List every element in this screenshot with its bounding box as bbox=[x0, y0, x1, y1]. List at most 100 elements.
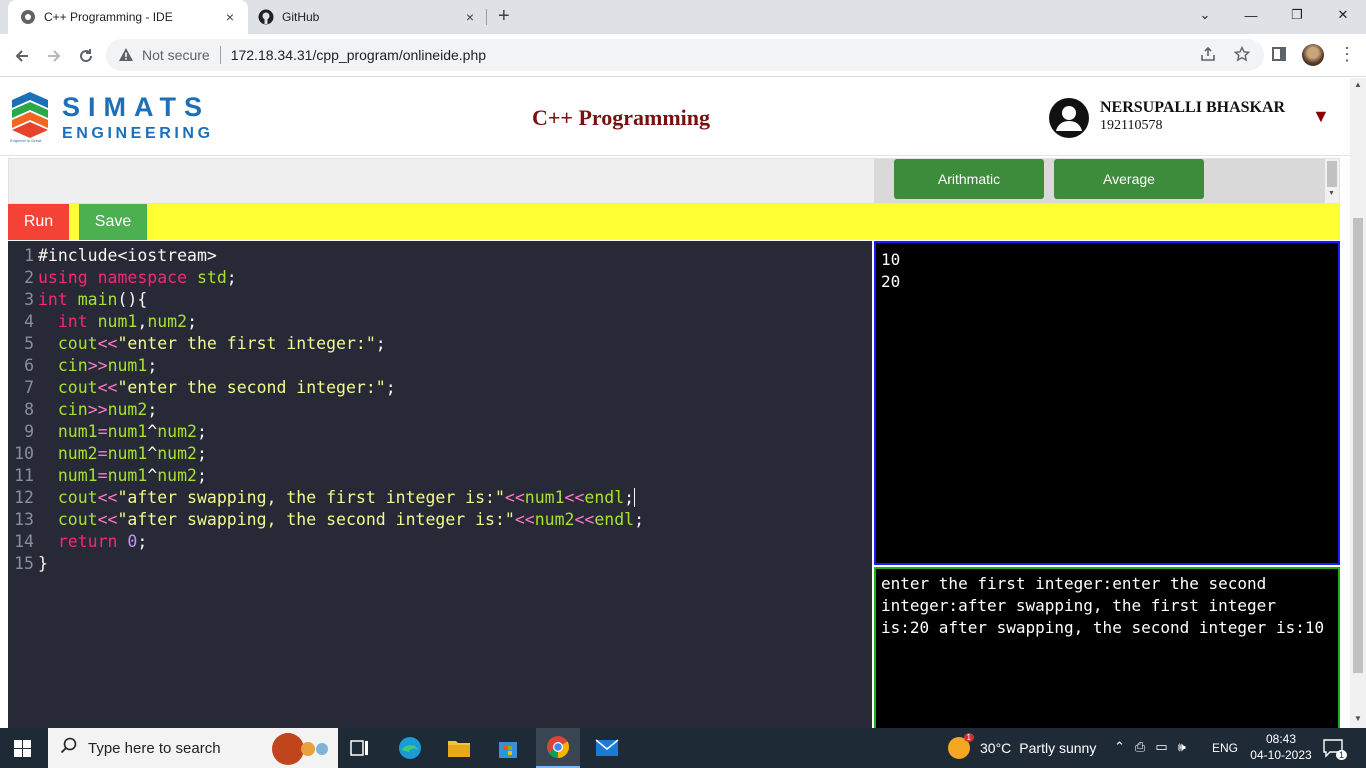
side-panel-icon[interactable] bbox=[1272, 47, 1286, 61]
weather-badge: 1 bbox=[963, 733, 974, 742]
code-line[interactable]: cout<<"enter the first integer:"; bbox=[38, 334, 386, 353]
back-button[interactable] bbox=[8, 42, 36, 70]
code-line[interactable]: int num1,num2; bbox=[38, 312, 197, 331]
taskbar-search[interactable]: Type here to search bbox=[48, 728, 338, 768]
tab-search-icon[interactable]: ⌄ bbox=[1182, 0, 1228, 30]
logo-text-simats: SIMATS bbox=[62, 92, 210, 122]
close-tab-icon[interactable]: × bbox=[460, 9, 480, 25]
user-menu-caret-icon[interactable]: ▼ bbox=[1312, 106, 1330, 127]
restore-button[interactable]: ❐ bbox=[1274, 0, 1320, 30]
code-line[interactable]: cout<<"after swapping, the second intege… bbox=[38, 510, 644, 529]
profile-avatar[interactable] bbox=[1302, 44, 1324, 66]
line-number: 7 bbox=[24, 378, 34, 397]
user-avatar bbox=[1049, 98, 1089, 138]
address-bar[interactable]: Not secure 172.18.34.31/cpp_program/onli… bbox=[106, 39, 1264, 71]
tab-separator bbox=[486, 9, 487, 25]
url-text[interactable]: 172.18.34.31/cpp_program/onlineide.php bbox=[231, 47, 486, 63]
action-bar: Run Save bbox=[8, 204, 1340, 240]
line-number: 12 bbox=[14, 488, 34, 507]
microsoft-store-icon[interactable] bbox=[488, 733, 528, 763]
tab-title: C++ Programming - IDE bbox=[44, 10, 173, 24]
scroll-down-arrow-icon[interactable]: ▼ bbox=[1354, 714, 1362, 723]
network-icon[interactable]: ▭ bbox=[1155, 739, 1167, 755]
windows-taskbar: Type here to search 1 30°C Partly sunny … bbox=[0, 728, 1366, 768]
search-icon bbox=[60, 737, 78, 760]
more-menu-icon[interactable]: ⋮ bbox=[1338, 44, 1356, 65]
tab-cpp-ide[interactable]: C++ Programming - IDE × bbox=[8, 0, 248, 34]
code-line[interactable]: cout<<"enter the second integer:"; bbox=[38, 378, 396, 397]
tab-title: GitHub bbox=[282, 10, 320, 24]
code-line[interactable]: return 0; bbox=[38, 532, 147, 551]
clock-date: 04-10-2023 bbox=[1250, 748, 1312, 762]
browser-toolbar: Not secure 172.18.34.31/cpp_program/onli… bbox=[0, 34, 1366, 77]
weather-temperature: 30°C bbox=[980, 740, 1012, 756]
line-number: 10 bbox=[14, 444, 34, 463]
chrome-browser-icon[interactable] bbox=[536, 728, 580, 768]
code-line[interactable]: } bbox=[38, 554, 48, 573]
line-number: 13 bbox=[14, 510, 34, 529]
weather-widget[interactable]: 1 30°C Partly sunny bbox=[948, 728, 1096, 768]
minimize-button[interactable]: — bbox=[1228, 0, 1274, 30]
file-explorer-icon[interactable] bbox=[439, 733, 479, 763]
taskbar-clock[interactable]: 08:43 04-10-2023 bbox=[1250, 731, 1312, 763]
code-line[interactable]: num2=num1^num2; bbox=[38, 444, 207, 463]
line-number: 6 bbox=[24, 356, 34, 375]
program-list: Arithmatic Average bbox=[874, 159, 1326, 203]
code-line[interactable]: int main(){ bbox=[38, 290, 147, 309]
program-input[interactable]: 10 20 bbox=[874, 241, 1340, 565]
tab-github[interactable]: GitHub × bbox=[248, 0, 488, 34]
edge-browser-icon[interactable] bbox=[390, 733, 430, 763]
mail-icon[interactable] bbox=[587, 733, 627, 763]
notifications-icon[interactable]: 1 bbox=[1322, 738, 1347, 760]
program-button-average[interactable]: Average bbox=[1054, 159, 1204, 199]
search-placeholder: Type here to search bbox=[88, 739, 221, 757]
code-line[interactable]: cout<<"after swapping, the first integer… bbox=[38, 488, 646, 507]
code-line[interactable]: cin>>num1; bbox=[38, 356, 157, 375]
arrow-left-icon bbox=[15, 50, 28, 62]
code-line[interactable]: cin>>num2; bbox=[38, 400, 157, 419]
program-list-scrollbar[interactable]: ▼ bbox=[1325, 159, 1339, 203]
user-icon bbox=[1056, 106, 1082, 131]
bookmark-star-icon[interactable] bbox=[1234, 46, 1250, 62]
programs-bar: Arithmatic Average ▼ bbox=[8, 158, 1340, 204]
line-number: 15 bbox=[14, 554, 34, 573]
language-indicator[interactable]: ENG bbox=[1212, 741, 1238, 755]
security-status[interactable]: Not secure bbox=[142, 47, 210, 63]
save-button[interactable]: Save bbox=[79, 204, 147, 240]
line-number: 14 bbox=[14, 532, 34, 551]
code-line[interactable]: num1=num1^num2; bbox=[38, 422, 207, 441]
scrollbar-thumb[interactable] bbox=[1353, 218, 1363, 673]
forward-button[interactable] bbox=[40, 42, 68, 70]
chevron-up-icon[interactable]: ⌃ bbox=[1114, 739, 1125, 755]
code-editor[interactable]: 1 #include<iostream> 2 using namespace std… bbox=[8, 241, 872, 728]
windows-start-icon[interactable] bbox=[14, 740, 32, 758]
reload-button[interactable] bbox=[72, 42, 100, 70]
logo-tagline: Engineer is Great bbox=[10, 138, 42, 143]
close-window-button[interactable]: ✕ bbox=[1320, 0, 1366, 30]
page-scrollbar[interactable]: ▲ ▼ bbox=[1350, 78, 1366, 728]
weather-description: Partly sunny bbox=[1019, 740, 1097, 756]
ide-page: SIMATS ENGINEERING Engineer is Great C++… bbox=[0, 78, 1350, 728]
line-number: 1 bbox=[24, 246, 34, 265]
system-tray: ⌃ ⎙ ▭ 🕪 bbox=[1114, 739, 1186, 755]
browser-tab-strip: C++ Programming - IDE × GitHub × + ⌄ — ❐… bbox=[0, 0, 1366, 34]
line-number: 4 bbox=[24, 312, 34, 331]
new-tab-button[interactable]: + bbox=[498, 6, 510, 26]
meet-now-icon[interactable]: ⎙ bbox=[1135, 739, 1145, 755]
share-icon[interactable] bbox=[1200, 46, 1216, 62]
code-line[interactable]: using namespace std; bbox=[38, 268, 237, 287]
line-number: 8 bbox=[24, 400, 34, 419]
task-view-icon[interactable] bbox=[340, 733, 380, 763]
simats-logo-icon bbox=[12, 92, 48, 138]
close-tab-icon[interactable]: × bbox=[220, 9, 240, 25]
volume-icon[interactable]: 🕪 bbox=[1178, 739, 1186, 755]
scrollbar-thumb[interactable] bbox=[1327, 161, 1337, 187]
program-button-arithmatic[interactable]: Arithmatic bbox=[894, 159, 1044, 199]
scroll-down-arrow-icon[interactable]: ▼ bbox=[1328, 190, 1335, 197]
run-button[interactable]: Run bbox=[8, 204, 69, 240]
code-line[interactable]: #include<iostream> bbox=[38, 246, 217, 265]
arrow-right-icon bbox=[48, 50, 61, 62]
code-line[interactable]: num1=num1^num2; bbox=[38, 466, 207, 485]
line-number: 9 bbox=[24, 422, 34, 441]
scroll-up-arrow-icon[interactable]: ▲ bbox=[1354, 80, 1362, 89]
